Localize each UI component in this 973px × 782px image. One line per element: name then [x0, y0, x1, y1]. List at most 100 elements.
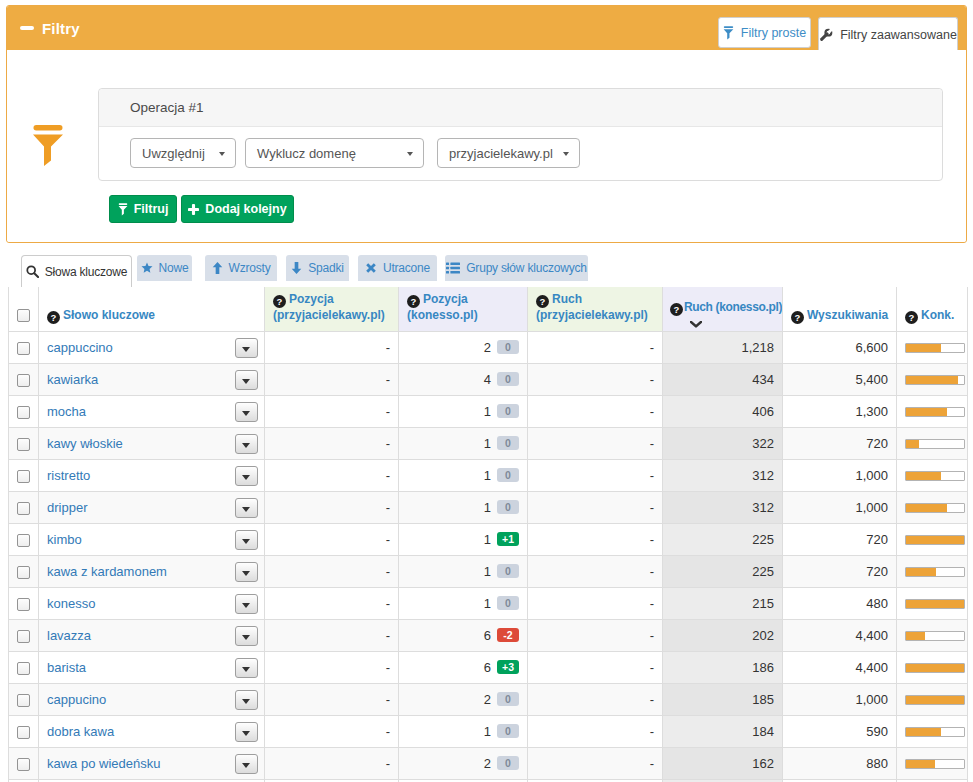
row-checkbox[interactable] [17, 438, 30, 451]
position-b-cell: 1+1 [399, 523, 528, 555]
keyword-dropdown-button[interactable] [235, 690, 258, 710]
collapse-minus-icon[interactable] [20, 26, 34, 30]
keyword-link[interactable]: ristretto [47, 468, 90, 483]
row-checkbox[interactable] [17, 630, 30, 643]
keyword-dropdown-button[interactable] [235, 658, 258, 678]
row-checkbox-cell [9, 683, 39, 715]
traffic-a-cell: - [528, 651, 663, 683]
header-position-a[interactable]: Pozycja(przyjacielekawy.pl) [265, 287, 399, 331]
position-change-badge: 0 [497, 564, 519, 578]
funnel-icon [723, 26, 734, 40]
keyword-dropdown-button[interactable] [235, 498, 258, 518]
keyword-link[interactable]: barista [47, 660, 86, 675]
header-traffic-a[interactable]: Ruch(przyjacielekawy.pl) [528, 287, 663, 331]
header-position-b[interactable]: Pozycja(konesso.pl) [399, 287, 528, 331]
row-checkbox[interactable] [17, 406, 30, 419]
position-b-value: 4 [484, 372, 491, 387]
keyword-dropdown-button[interactable] [235, 562, 258, 582]
traffic-a-cell: - [528, 459, 663, 491]
traffic-b-cell: 312 [663, 459, 783, 491]
help-icon [273, 295, 286, 308]
row-checkbox[interactable] [17, 470, 30, 483]
row-checkbox[interactable] [17, 374, 30, 387]
keyword-dropdown-button[interactable] [235, 626, 258, 646]
caret-down-icon [563, 152, 569, 156]
keyword-dropdown-button[interactable] [235, 754, 258, 774]
keyword-link[interactable]: mocha [47, 404, 86, 419]
searches-cell: 720 [783, 555, 897, 587]
keyword-link[interactable]: kawy włoskie [47, 436, 123, 451]
position-change-badge: 0 [497, 372, 519, 386]
tab-lost-label: Utracone [383, 261, 430, 275]
position-b-value: 1 [484, 564, 491, 579]
position-b-cell: 20 [399, 683, 528, 715]
traffic-b-cell: 162 [663, 747, 783, 779]
keyword-dropdown-button[interactable] [235, 594, 258, 614]
simple-filters-button[interactable]: Filtry proste [718, 17, 811, 48]
position-change-badge: 0 [497, 340, 519, 354]
filters-panel-title: Filtry [42, 20, 80, 37]
keyword-link[interactable]: kimbo [47, 532, 82, 547]
filter-button[interactable]: Filtruj [109, 195, 177, 223]
keyword-link[interactable]: lavazza [47, 628, 91, 643]
header-competition[interactable]: Konk. [897, 287, 968, 331]
header-keyword[interactable]: Słowo kluczowe [39, 287, 265, 331]
select-all-checkbox[interactable] [17, 309, 30, 322]
position-b-cell: 10 [399, 715, 528, 747]
tab-groups[interactable]: Grupy słów kluczowych [445, 255, 588, 281]
keyword-link[interactable]: cappucino [47, 692, 106, 707]
competition-cell [897, 427, 968, 459]
row-checkbox[interactable] [17, 758, 30, 771]
keyword-dropdown-button[interactable] [235, 370, 258, 390]
position-change-badge: 0 [497, 724, 519, 738]
position-change-badge: +1 [497, 532, 519, 546]
keyword-link[interactable]: kawiarka [47, 372, 98, 387]
tab-rises[interactable]: Wzrosty [205, 255, 277, 281]
keyword-link[interactable]: kawa z kardamonem [47, 564, 167, 579]
position-b-value: 6 [484, 660, 491, 675]
tab-lost[interactable]: Utracone [358, 255, 437, 281]
keyword-link[interactable]: cappuccino [47, 340, 113, 355]
keyword-dropdown-button[interactable] [235, 466, 258, 486]
row-checkbox[interactable] [17, 534, 30, 547]
funnel-icon [118, 203, 128, 216]
row-checkbox[interactable] [17, 662, 30, 675]
row-checkbox[interactable] [17, 598, 30, 611]
traffic-b-cell: 225 [663, 555, 783, 587]
keyword-link[interactable]: kawa po wiedeńsku [47, 756, 160, 771]
traffic-a-cell: - [528, 619, 663, 651]
filter-funnel-icon [31, 125, 65, 167]
tab-keywords[interactable]: Słowa kluczowe [21, 255, 132, 287]
keyword-dropdown-button[interactable] [235, 722, 258, 742]
keyword-link[interactable]: dripper [47, 500, 87, 515]
competition-bar [905, 695, 965, 705]
advanced-filters-tab[interactable]: Filtry zaawansowane [818, 17, 958, 51]
position-a-cell: - [265, 331, 399, 363]
position-change-badge: 0 [497, 404, 519, 418]
include-select[interactable]: Uwzględnij [130, 138, 236, 168]
tab-new[interactable]: Nowe [137, 255, 192, 281]
keyword-link[interactable]: dobra kawa [47, 724, 114, 739]
filter-button-label: Filtruj [134, 202, 169, 216]
searches-cell: 1,000 [783, 683, 897, 715]
header-traffic-b[interactable]: Ruch (konesso.pl) [663, 287, 783, 331]
domain-select[interactable]: przyjacielekawy.pl [437, 138, 580, 168]
keyword-link[interactable]: konesso [47, 596, 95, 611]
add-next-button[interactable]: Dodaj kolejny [181, 195, 294, 223]
tab-drops[interactable]: Spadki [286, 255, 349, 281]
row-checkbox[interactable] [17, 342, 30, 355]
keyword-dropdown-button[interactable] [235, 434, 258, 454]
header-searches[interactable]: Wyszukiwania [783, 287, 897, 331]
row-checkbox[interactable] [17, 694, 30, 707]
keyword-dropdown-button[interactable] [235, 338, 258, 358]
keyword-dropdown-button[interactable] [235, 530, 258, 550]
position-a-cell: - [265, 683, 399, 715]
condition-select[interactable]: Wyklucz domenę [245, 138, 424, 168]
help-icon [47, 311, 60, 324]
keyword-dropdown-button[interactable] [235, 402, 258, 422]
row-checkbox[interactable] [17, 502, 30, 515]
filters-panel-body: Operacja #1 Uwzględnij Wyklucz domenę pr… [7, 50, 966, 242]
position-b-cell: 10 [399, 427, 528, 459]
row-checkbox[interactable] [17, 566, 30, 579]
row-checkbox[interactable] [17, 726, 30, 739]
